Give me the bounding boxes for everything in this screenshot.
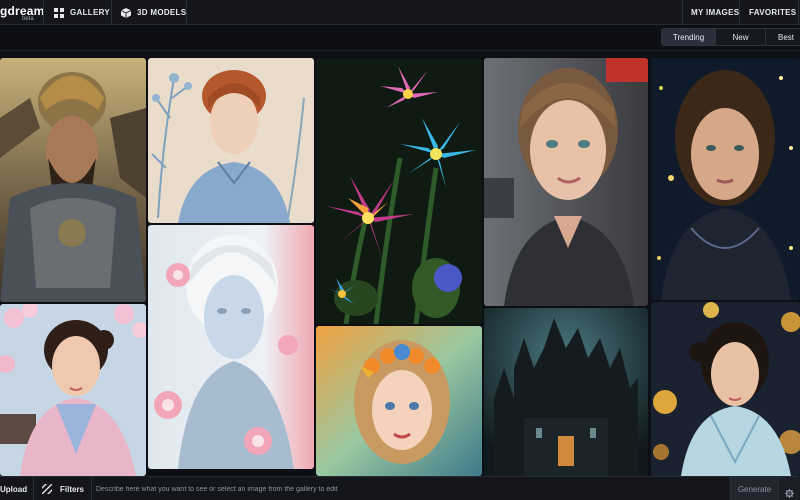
gallery-tile-girl-street-portrait[interactable] [484, 58, 648, 306]
castle-image [484, 308, 648, 476]
bottom-bar: Upload Filters Generate [0, 476, 800, 500]
image-gallery [0, 51, 800, 476]
portrait-image [316, 326, 482, 476]
gallery-tile-white-frozen-woman[interactable] [148, 225, 314, 469]
grid-icon [54, 7, 64, 18]
top-bar: gdream beta GALLERY 3D MODELS MY IMAGES … [0, 0, 800, 25]
divider [682, 0, 683, 25]
divider [798, 0, 799, 25]
gallery-tile-asian-girl-cherry-blossom[interactable] [0, 304, 146, 476]
gear-icon [785, 485, 794, 498]
portrait-image [484, 58, 648, 306]
nav-favorites-label: FAVORITES [749, 8, 797, 17]
stripes-filter-icon [42, 484, 52, 494]
sort-tab-new[interactable]: New [716, 29, 766, 45]
portrait-image [651, 302, 800, 476]
gallery-tile-dark-gothic-castle[interactable] [484, 308, 648, 476]
gallery-tile-asian-girl-bokeh[interactable] [651, 302, 800, 476]
portrait-image [0, 304, 146, 476]
gallery-tile-redhead-botanical-portrait[interactable] [148, 58, 314, 223]
divider [739, 0, 740, 25]
cube-icon [121, 7, 131, 18]
filters-label: Filters [60, 484, 85, 494]
upload-button[interactable]: Upload [0, 477, 34, 500]
nav-3d-models[interactable]: 3D MODELS [121, 0, 186, 25]
filters-button[interactable]: Filters [34, 477, 92, 500]
gallery-tile-neon-flowers[interactable] [316, 58, 482, 324]
upload-label: Upload [0, 484, 28, 494]
divider [111, 0, 112, 25]
settings-button[interactable] [778, 477, 800, 500]
sort-tab-trending[interactable]: Trending [662, 29, 716, 45]
divider [186, 0, 187, 25]
portrait-image [148, 225, 314, 469]
gallery-tile-night-sparkle-portrait[interactable] [651, 58, 800, 300]
nav-favorites[interactable]: FAVORITES [749, 0, 796, 25]
sort-tabs: Trending New Best [661, 28, 800, 46]
warrior-image [0, 58, 146, 302]
portrait-image [651, 58, 800, 300]
nav-gallery[interactable]: GALLERY [54, 0, 110, 25]
gallery-tile-flower-crown-girl[interactable] [316, 326, 482, 476]
nav-my-images-label: MY IMAGES [691, 8, 740, 17]
gallery-tile-spartan-warrior[interactable] [0, 58, 146, 302]
nav-gallery-label: GALLERY [70, 8, 111, 17]
sort-bar: Trending New Best [0, 25, 800, 51]
nav-my-images[interactable]: MY IMAGES [691, 0, 739, 25]
sort-tab-best[interactable]: Best [766, 29, 800, 45]
flower-image [316, 58, 482, 324]
prompt-input[interactable] [96, 479, 726, 499]
portrait-image [148, 58, 314, 223]
brand-beta-tag: beta [22, 16, 34, 22]
divider [43, 0, 44, 25]
generate-button[interactable]: Generate [730, 477, 778, 500]
nav-3d-models-label: 3D MODELS [137, 8, 187, 17]
